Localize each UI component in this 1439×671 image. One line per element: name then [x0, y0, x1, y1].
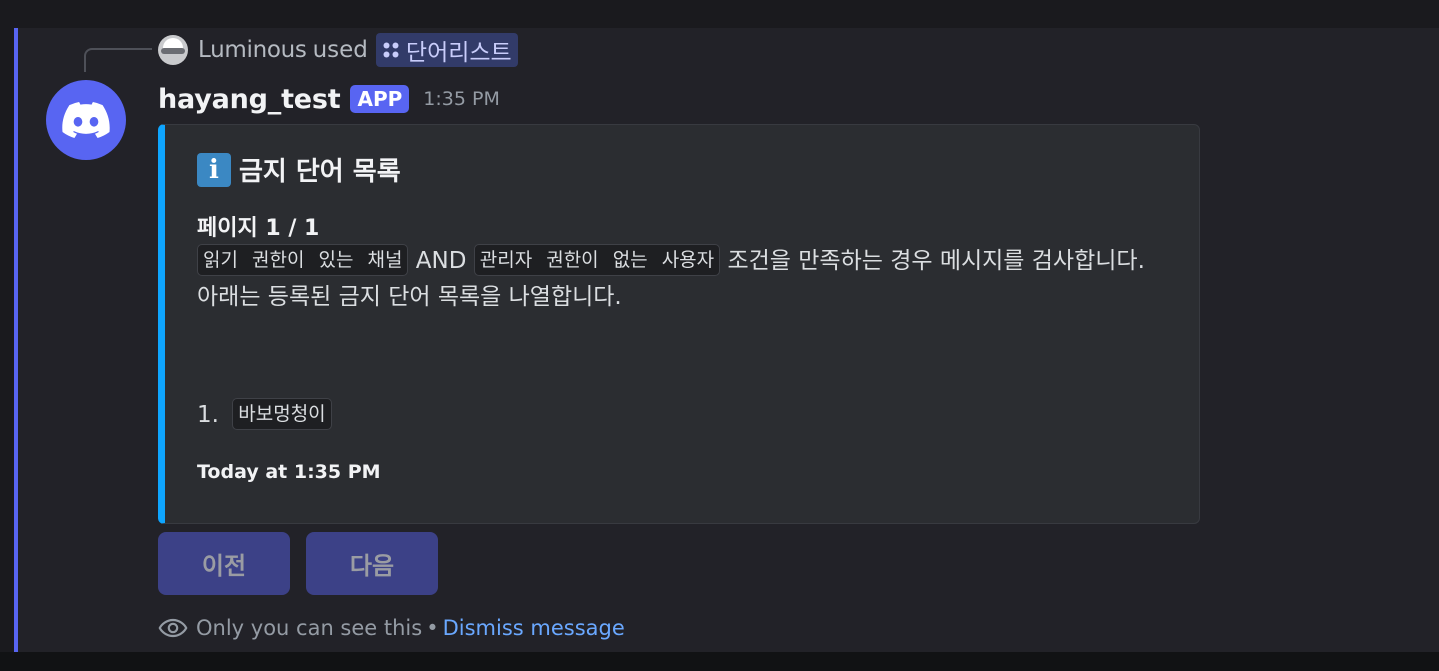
reply-username[interactable]: Luminous — [198, 37, 307, 63]
embed-description: 읽기 권한이 있는 채널 AND 관리자 권한이 없는 사용자 조건을 만족하는… — [197, 243, 1187, 315]
embed-title: i 금지 단어 목록 — [197, 151, 401, 188]
eye-icon — [158, 618, 188, 638]
description-line-2: 아래는 등록된 금지 단어 목록을 나열합니다. — [197, 284, 622, 310]
reply-user-avatar[interactable] — [158, 35, 188, 65]
separator-dot: • — [426, 616, 439, 640]
app-badge: APP — [350, 85, 410, 113]
embed-title-text: 금지 단어 목록 — [239, 157, 401, 187]
reply-spine — [84, 48, 152, 72]
reply-used-label: used — [312, 37, 368, 63]
embed: i 금지 단어 목록 페이지 1 / 1 읽기 권한이 있는 채널 AND 관리… — [158, 124, 1200, 524]
embed-footer-timestamp: Today at 1:35 PM — [197, 461, 381, 483]
dismiss-message-link[interactable]: Dismiss message — [443, 616, 625, 640]
top-strip — [0, 0, 1439, 28]
list-item-number: 1. — [197, 402, 219, 428]
author-username[interactable]: hayang_test — [158, 84, 341, 115]
information-icon: i — [197, 152, 231, 187]
inline-code-read-channel: 읽기 권한이 있는 채널 — [197, 244, 409, 276]
description-line-1-tail: 조건을 만족하는 경우 메시지를 검사합니다. — [727, 248, 1145, 274]
inline-code-non-admin: 관리자 권한이 없는 사용자 — [473, 244, 721, 276]
app-command-icon — [383, 42, 399, 58]
list-item-word: 바보멍청이 — [232, 398, 332, 430]
author-avatar[interactable] — [46, 80, 126, 160]
slash-command-name: 단어리스트 — [405, 40, 512, 66]
only-you-text: Only you can see this — [196, 616, 423, 640]
message-timestamp[interactable]: 1:35 PM — [423, 88, 500, 110]
slash-command-chip[interactable]: 단어리스트 — [375, 33, 518, 67]
page-indicator: 페이지 1 / 1 — [197, 216, 320, 241]
ephemeral-notice: Only you can see this • Dismiss message — [158, 611, 625, 645]
previous-button[interactable]: 이전 — [158, 532, 290, 595]
command-reply-header[interactable]: Luminous used 단어리스트 — [158, 33, 518, 67]
discord-logo-icon — [62, 102, 110, 138]
list-item: 1. 바보멍청이 — [197, 397, 332, 433]
and-text: AND — [415, 248, 467, 274]
next-button[interactable]: 다음 — [306, 532, 438, 595]
bottom-strip — [0, 652, 1439, 671]
message-header: hayang_test APP 1:35 PM — [158, 80, 500, 118]
